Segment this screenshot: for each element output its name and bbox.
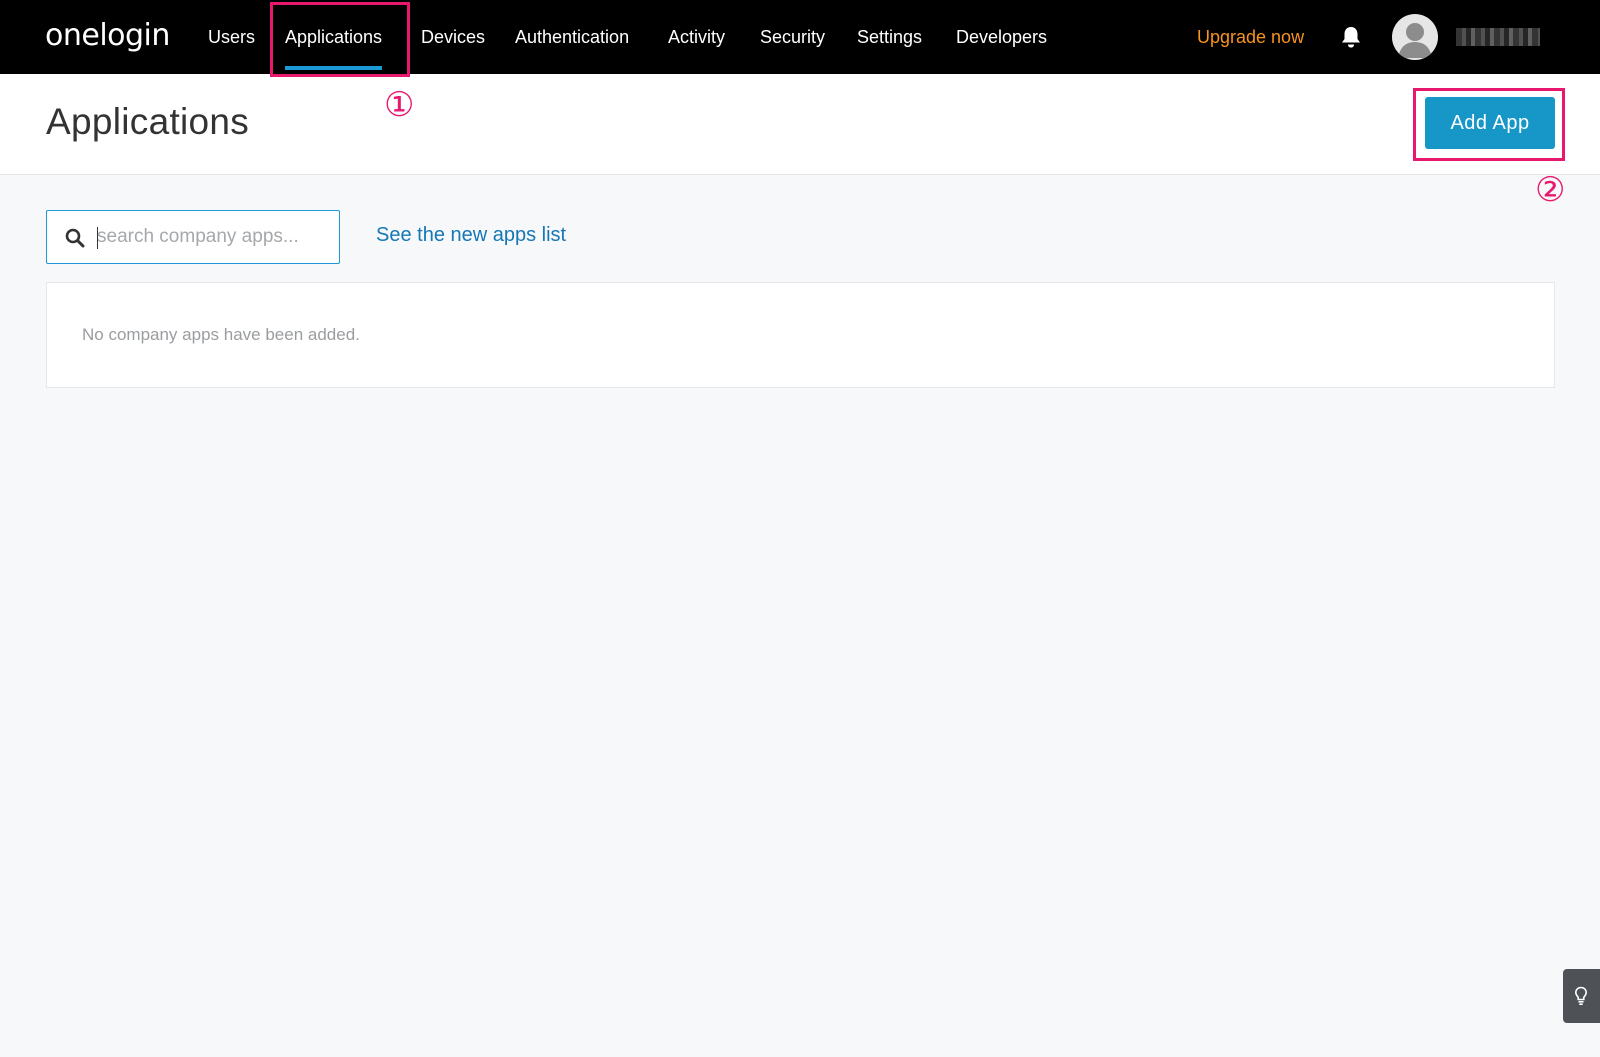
- nav-item-applications[interactable]: Applications: [285, 0, 383, 74]
- tip-button[interactable]: [1563, 969, 1600, 1023]
- bell-icon[interactable]: [1340, 25, 1362, 49]
- nav-item-security[interactable]: Security: [760, 0, 825, 74]
- page-header: Applications Add App: [0, 74, 1600, 175]
- nav-item-settings[interactable]: Settings: [857, 0, 922, 74]
- lightbulb-icon: [1574, 986, 1588, 1006]
- search-box: [46, 210, 340, 264]
- user-avatar-icon[interactable]: [1392, 14, 1438, 60]
- search-input[interactable]: [97, 219, 327, 255]
- upgrade-now-link[interactable]: Upgrade now: [1197, 0, 1304, 74]
- top-navigation: onelogin Users Applications Devices Auth…: [0, 0, 1600, 74]
- apps-list-panel: No company apps have been added.: [46, 282, 1555, 388]
- new-apps-list-link[interactable]: See the new apps list: [376, 224, 566, 247]
- nav-item-developers[interactable]: Developers: [956, 0, 1047, 74]
- nav-item-devices[interactable]: Devices: [421, 0, 485, 74]
- text-cursor: [97, 227, 98, 249]
- empty-state-message: No company apps have been added.: [82, 325, 360, 344]
- page-title: Applications: [46, 101, 250, 142]
- search-icon: [65, 228, 85, 248]
- nav-item-activity[interactable]: Activity: [668, 0, 725, 74]
- callout-step-2: ②: [1535, 170, 1566, 210]
- callout-step-1: ①: [384, 85, 415, 125]
- onelogin-logo[interactable]: onelogin: [45, 14, 170, 58]
- add-app-button[interactable]: Add App: [1425, 97, 1555, 149]
- nav-item-users[interactable]: Users: [208, 0, 255, 74]
- nav-item-authentication[interactable]: Authentication: [515, 0, 629, 74]
- user-name-redacted[interactable]: [1456, 28, 1540, 46]
